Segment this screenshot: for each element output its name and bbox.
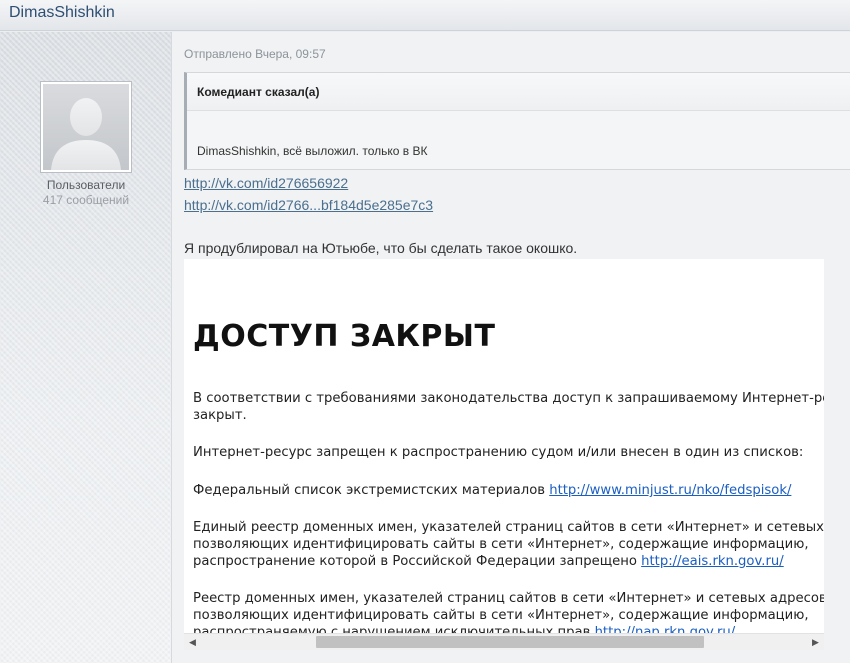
default-avatar-icon [51,98,121,170]
embed-paragraph: Интернет-ресурс запрещен к распространен… [193,445,804,460]
embed-paragraph: Федеральный список экстремистских матери… [193,482,824,499]
arrow-right-icon[interactable]: ▶ [807,634,824,650]
embed-line: Единый реестр доменных имен, указателей … [193,520,824,535]
embed-line: распространение которой в Российской Фед… [193,553,824,570]
quote-author: Комедиант сказал(а) [197,85,320,99]
avatar-frame[interactable] [40,81,132,173]
embedded-frame[interactable]: ДОСТУП ЗАКРЫТ В соответствии с требовани… [184,259,824,647]
access-denied-title: ДОСТУП ЗАКРЫТ [193,319,496,354]
embed-paragraph: В соответствии с требованиями законодате… [193,390,824,424]
minjust-link[interactable]: http://www.minjust.ru/nko/fedspisok/ [549,483,791,498]
horizontal-scrollbar[interactable]: ◀ ▶ [184,633,824,650]
post-text: Я продублировал на Ютьюбе, что бы сделат… [184,240,578,256]
avatar [43,84,129,170]
author-sidebar: Пользователи 417 сообщений [0,32,172,663]
eais-link[interactable]: http://eais.rkn.gov.ru/ [641,554,784,569]
user-group: Пользователи [46,178,126,192]
embed-line: Федеральный список экстремистских матери… [193,483,550,498]
post-body: Отправлено Вчера, 09:57 Комедиант сказал… [172,32,850,663]
embed-line: Реестр доменных имен, указателей страниц… [193,591,824,606]
embed-line: закрыт. [193,408,247,423]
embed-line: позволяющих идентифицировать сайты в сет… [193,537,809,552]
quote-block: Комедиант сказал(а) DimasShishkin, всё в… [184,72,850,170]
post-date: Отправлено Вчера, 09:57 [184,47,326,61]
quote-text: DimasShishkin, всё выложил. только в ВК [197,144,428,158]
post-header: DimasShishkin [0,0,850,31]
posts-count: 417 сообщений [42,193,130,207]
arrow-left-icon[interactable]: ◀ [184,634,201,650]
embed-paragraph: Единый реестр доменных имен, указателей … [193,519,824,570]
scrollbar-thumb[interactable] [316,636,704,648]
author-name-link[interactable]: DimasShishkin [9,4,115,22]
embed-line-text: распространение которой в Российской Фед… [193,554,642,569]
vk-link-2[interactable]: http://vk.com/id2766...bf184d5e285e7c3 [184,197,433,213]
embed-line: позволяющих идентифицировать сайты в сет… [193,608,809,623]
embed-line: В соответствии с требованиями законодате… [193,391,824,406]
vk-link-1[interactable]: http://vk.com/id276656922 [184,175,348,191]
